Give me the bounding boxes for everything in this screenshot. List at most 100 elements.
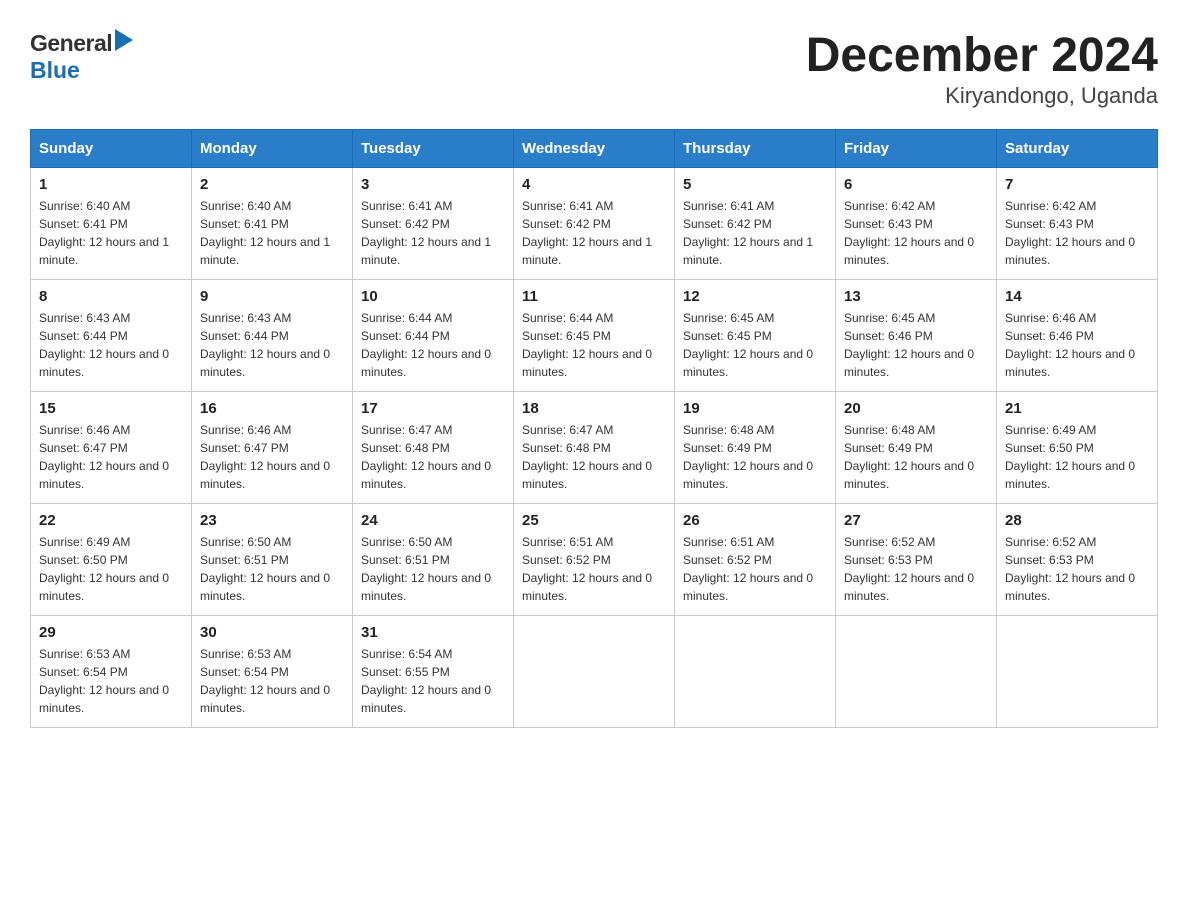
calendar-day-header: Wednesday	[514, 129, 675, 167]
calendar-day-cell: 14 Sunrise: 6:46 AMSunset: 6:46 PMDaylig…	[997, 279, 1158, 391]
logo-blue-text: Blue	[30, 57, 80, 83]
calendar-day-cell: 28 Sunrise: 6:52 AMSunset: 6:53 PMDaylig…	[997, 503, 1158, 615]
calendar-title: December 2024	[806, 30, 1158, 83]
day-number: 14	[1005, 288, 1149, 305]
day-number: 22	[39, 512, 183, 529]
calendar-day-cell	[997, 615, 1158, 727]
calendar-day-cell: 2 Sunrise: 6:40 AMSunset: 6:41 PMDayligh…	[192, 167, 353, 279]
day-info: Sunrise: 6:51 AMSunset: 6:52 PMDaylight:…	[522, 535, 652, 603]
day-info: Sunrise: 6:48 AMSunset: 6:49 PMDaylight:…	[683, 423, 813, 491]
calendar-day-cell	[675, 615, 836, 727]
calendar-day-cell: 11 Sunrise: 6:44 AMSunset: 6:45 PMDaylig…	[514, 279, 675, 391]
day-number: 13	[844, 288, 988, 305]
day-info: Sunrise: 6:45 AMSunset: 6:46 PMDaylight:…	[844, 311, 974, 379]
calendar-day-cell: 17 Sunrise: 6:47 AMSunset: 6:48 PMDaylig…	[353, 391, 514, 503]
calendar-day-cell: 13 Sunrise: 6:45 AMSunset: 6:46 PMDaylig…	[836, 279, 997, 391]
page-header: General Blue December 2024 Kiryandongo, …	[30, 30, 1158, 109]
calendar-day-cell: 25 Sunrise: 6:51 AMSunset: 6:52 PMDaylig…	[514, 503, 675, 615]
day-number: 1	[39, 176, 183, 193]
calendar-day-cell: 24 Sunrise: 6:50 AMSunset: 6:51 PMDaylig…	[353, 503, 514, 615]
day-info: Sunrise: 6:48 AMSunset: 6:49 PMDaylight:…	[844, 423, 974, 491]
day-number: 18	[522, 400, 666, 417]
day-info: Sunrise: 6:50 AMSunset: 6:51 PMDaylight:…	[200, 535, 330, 603]
day-info: Sunrise: 6:41 AMSunset: 6:42 PMDaylight:…	[683, 199, 813, 267]
calendar-day-header: Tuesday	[353, 129, 514, 167]
calendar-day-cell: 21 Sunrise: 6:49 AMSunset: 6:50 PMDaylig…	[997, 391, 1158, 503]
calendar-week-row: 1 Sunrise: 6:40 AMSunset: 6:41 PMDayligh…	[31, 167, 1158, 279]
day-number: 10	[361, 288, 505, 305]
calendar-day-cell: 16 Sunrise: 6:46 AMSunset: 6:47 PMDaylig…	[192, 391, 353, 503]
day-number: 20	[844, 400, 988, 417]
day-info: Sunrise: 6:40 AMSunset: 6:41 PMDaylight:…	[39, 199, 169, 267]
day-number: 6	[844, 176, 988, 193]
day-info: Sunrise: 6:43 AMSunset: 6:44 PMDaylight:…	[39, 311, 169, 379]
calendar-day-header: Sunday	[31, 129, 192, 167]
calendar-day-cell: 5 Sunrise: 6:41 AMSunset: 6:42 PMDayligh…	[675, 167, 836, 279]
day-info: Sunrise: 6:53 AMSunset: 6:54 PMDaylight:…	[200, 647, 330, 715]
day-info: Sunrise: 6:49 AMSunset: 6:50 PMDaylight:…	[39, 535, 169, 603]
day-number: 5	[683, 176, 827, 193]
day-number: 24	[361, 512, 505, 529]
day-number: 16	[200, 400, 344, 417]
calendar-day-cell: 27 Sunrise: 6:52 AMSunset: 6:53 PMDaylig…	[836, 503, 997, 615]
calendar-day-cell: 6 Sunrise: 6:42 AMSunset: 6:43 PMDayligh…	[836, 167, 997, 279]
calendar-day-cell: 20 Sunrise: 6:48 AMSunset: 6:49 PMDaylig…	[836, 391, 997, 503]
calendar-week-row: 15 Sunrise: 6:46 AMSunset: 6:47 PMDaylig…	[31, 391, 1158, 503]
calendar-day-cell: 15 Sunrise: 6:46 AMSunset: 6:47 PMDaylig…	[31, 391, 192, 503]
day-number: 19	[683, 400, 827, 417]
day-info: Sunrise: 6:46 AMSunset: 6:47 PMDaylight:…	[200, 423, 330, 491]
day-info: Sunrise: 6:45 AMSunset: 6:45 PMDaylight:…	[683, 311, 813, 379]
day-info: Sunrise: 6:41 AMSunset: 6:42 PMDaylight:…	[522, 199, 652, 267]
day-info: Sunrise: 6:46 AMSunset: 6:47 PMDaylight:…	[39, 423, 169, 491]
calendar-day-cell: 8 Sunrise: 6:43 AMSunset: 6:44 PMDayligh…	[31, 279, 192, 391]
day-info: Sunrise: 6:50 AMSunset: 6:51 PMDaylight:…	[361, 535, 491, 603]
day-number: 12	[683, 288, 827, 305]
day-number: 4	[522, 176, 666, 193]
calendar-day-header: Friday	[836, 129, 997, 167]
day-info: Sunrise: 6:40 AMSunset: 6:41 PMDaylight:…	[200, 199, 330, 267]
day-info: Sunrise: 6:53 AMSunset: 6:54 PMDaylight:…	[39, 647, 169, 715]
day-number: 30	[200, 624, 344, 641]
day-number: 11	[522, 288, 666, 305]
calendar-day-cell: 31 Sunrise: 6:54 AMSunset: 6:55 PMDaylig…	[353, 615, 514, 727]
calendar-day-cell	[836, 615, 997, 727]
calendar-week-row: 29 Sunrise: 6:53 AMSunset: 6:54 PMDaylig…	[31, 615, 1158, 727]
day-number: 8	[39, 288, 183, 305]
calendar-day-cell: 10 Sunrise: 6:44 AMSunset: 6:44 PMDaylig…	[353, 279, 514, 391]
title-block: December 2024 Kiryandongo, Uganda	[806, 30, 1158, 109]
day-info: Sunrise: 6:41 AMSunset: 6:42 PMDaylight:…	[361, 199, 491, 267]
calendar-day-cell: 26 Sunrise: 6:51 AMSunset: 6:52 PMDaylig…	[675, 503, 836, 615]
calendar-day-header: Thursday	[675, 129, 836, 167]
calendar-day-cell: 9 Sunrise: 6:43 AMSunset: 6:44 PMDayligh…	[192, 279, 353, 391]
day-info: Sunrise: 6:51 AMSunset: 6:52 PMDaylight:…	[683, 535, 813, 603]
calendar-week-row: 22 Sunrise: 6:49 AMSunset: 6:50 PMDaylig…	[31, 503, 1158, 615]
calendar-table: SundayMondayTuesdayWednesdayThursdayFrid…	[30, 129, 1158, 728]
day-info: Sunrise: 6:44 AMSunset: 6:44 PMDaylight:…	[361, 311, 491, 379]
calendar-week-row: 8 Sunrise: 6:43 AMSunset: 6:44 PMDayligh…	[31, 279, 1158, 391]
calendar-day-cell: 18 Sunrise: 6:47 AMSunset: 6:48 PMDaylig…	[514, 391, 675, 503]
day-info: Sunrise: 6:43 AMSunset: 6:44 PMDaylight:…	[200, 311, 330, 379]
calendar-day-cell: 3 Sunrise: 6:41 AMSunset: 6:42 PMDayligh…	[353, 167, 514, 279]
day-number: 31	[361, 624, 505, 641]
day-info: Sunrise: 6:52 AMSunset: 6:53 PMDaylight:…	[844, 535, 974, 603]
day-number: 15	[39, 400, 183, 417]
calendar-day-header: Saturday	[997, 129, 1158, 167]
day-info: Sunrise: 6:42 AMSunset: 6:43 PMDaylight:…	[844, 199, 974, 267]
day-number: 9	[200, 288, 344, 305]
day-number: 28	[1005, 512, 1149, 529]
calendar-day-cell: 1 Sunrise: 6:40 AMSunset: 6:41 PMDayligh…	[31, 167, 192, 279]
day-info: Sunrise: 6:52 AMSunset: 6:53 PMDaylight:…	[1005, 535, 1135, 603]
day-info: Sunrise: 6:47 AMSunset: 6:48 PMDaylight:…	[361, 423, 491, 491]
calendar-day-header: Monday	[192, 129, 353, 167]
logo: General Blue	[30, 30, 133, 84]
calendar-day-cell: 29 Sunrise: 6:53 AMSunset: 6:54 PMDaylig…	[31, 615, 192, 727]
calendar-day-cell: 30 Sunrise: 6:53 AMSunset: 6:54 PMDaylig…	[192, 615, 353, 727]
day-number: 26	[683, 512, 827, 529]
day-number: 17	[361, 400, 505, 417]
calendar-header-row: SundayMondayTuesdayWednesdayThursdayFrid…	[31, 129, 1158, 167]
day-number: 2	[200, 176, 344, 193]
day-info: Sunrise: 6:49 AMSunset: 6:50 PMDaylight:…	[1005, 423, 1135, 491]
calendar-day-cell: 19 Sunrise: 6:48 AMSunset: 6:49 PMDaylig…	[675, 391, 836, 503]
calendar-day-cell: 7 Sunrise: 6:42 AMSunset: 6:43 PMDayligh…	[997, 167, 1158, 279]
calendar-day-cell: 12 Sunrise: 6:45 AMSunset: 6:45 PMDaylig…	[675, 279, 836, 391]
